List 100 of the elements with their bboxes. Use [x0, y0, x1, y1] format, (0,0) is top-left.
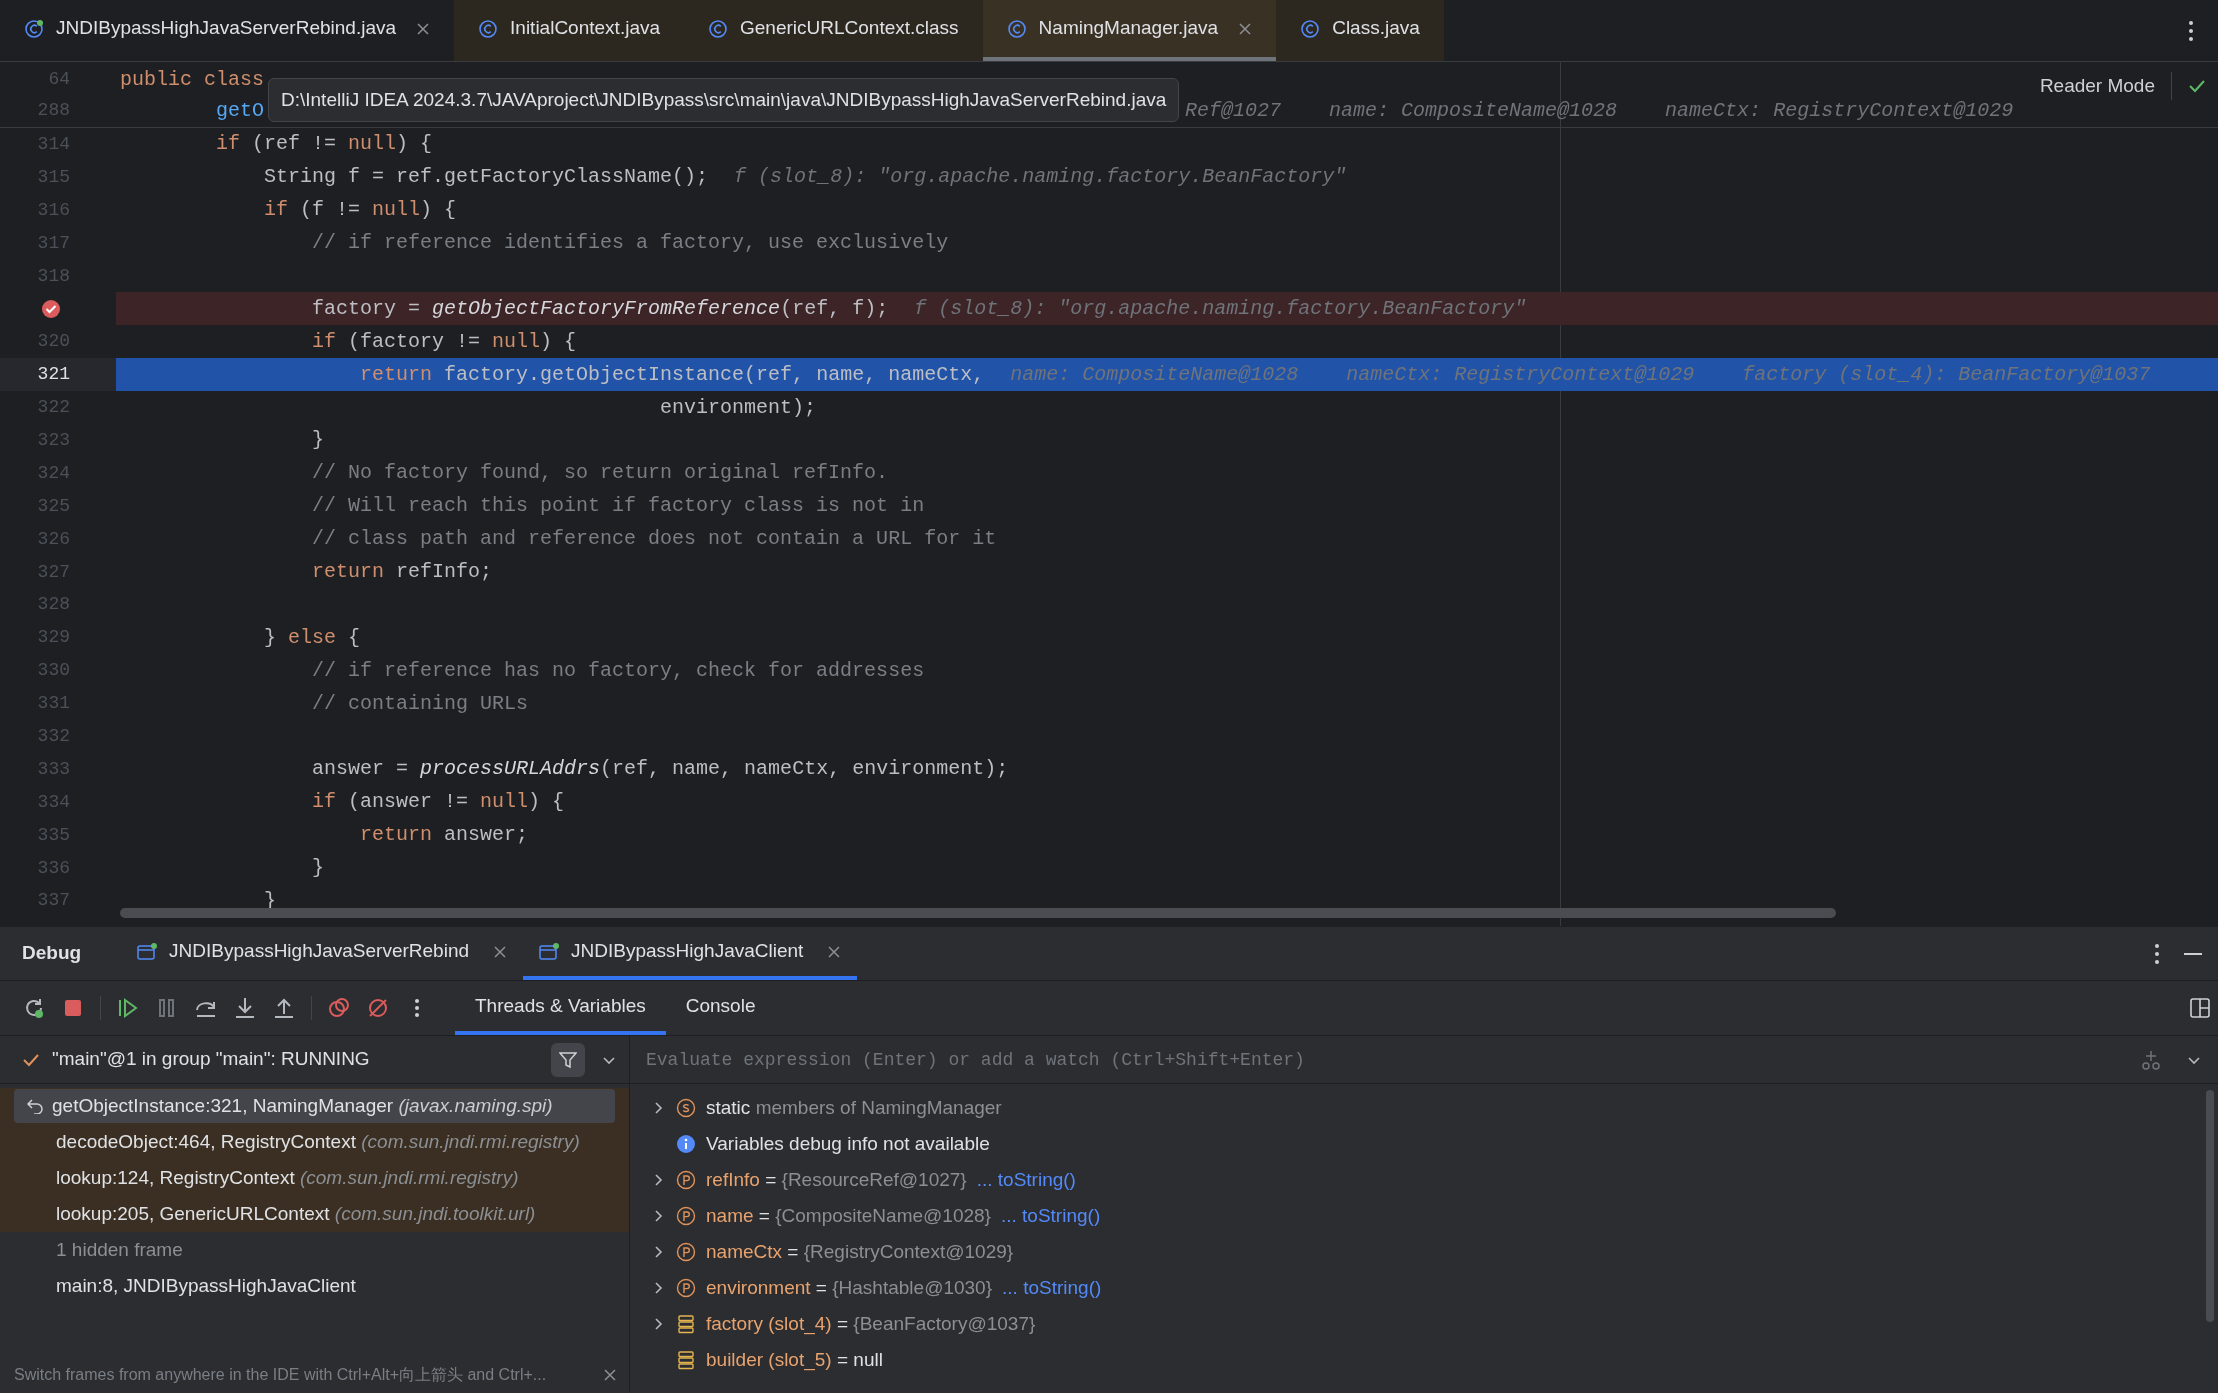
breakpoints-icon[interactable]: [327, 996, 351, 1020]
variable-icon: [676, 1314, 696, 1334]
close-icon[interactable]: [493, 944, 508, 959]
code-line: return factory.getObjectInstance(ref, name, nameCtx,: [359, 361, 985, 388]
horizontal-scrollbar[interactable]: [120, 908, 1836, 918]
more-icon[interactable]: [2154, 942, 2160, 965]
close-icon[interactable]: [1238, 21, 1253, 36]
variable-icon: [676, 1350, 696, 1370]
code-line: answer = processURLAddrs(ref, name, nameCtx, environment);: [311, 756, 1009, 783]
close-icon[interactable]: [603, 1368, 617, 1382]
stack-frame[interactable]: lookup:124, RegistryContext (com.sun.jndi.rmi.registry): [0, 1160, 629, 1196]
class-icon: [24, 18, 44, 39]
variable-row[interactable]: builder (slot_5) = null: [630, 1342, 2218, 1378]
inline-hint: name: CompositeName@1028 nameCtx: RegistryContext@1029 factory (slot_4): BeanFactory@1037: [1010, 361, 2151, 388]
mute-breakpoints-icon[interactable]: [366, 996, 390, 1020]
stack-frame[interactable]: lookup:205, GenericURLContext (com.sun.jndi.toolkit.url): [0, 1196, 629, 1232]
view-tab[interactable]: Console: [665, 981, 776, 1035]
to-string-link[interactable]: ... toString(): [976, 1165, 1076, 1195]
code-line: environment);: [659, 394, 817, 421]
variable-text: environment = {Hashtable@1030}: [706, 1275, 993, 1300]
layout-icon[interactable]: [2190, 998, 2210, 1018]
vertical-scrollbar[interactable]: [2206, 1090, 2214, 1322]
editor-tab[interactable]: GenericURLContext.class: [684, 0, 983, 61]
parameter-icon: [676, 1206, 696, 1226]
inline-hint: f (slot_8): "org.apache.naming.factory.BeanFactory": [914, 295, 1527, 322]
close-icon[interactable]: [416, 21, 431, 36]
hidden-frames-row[interactable]: 1 hidden frame: [0, 1232, 629, 1268]
variable-row[interactable]: environment = {Hashtable@1030} ... toString(): [630, 1270, 2218, 1306]
variable-row[interactable]: static members of NamingManager: [630, 1090, 2218, 1126]
variable-text: nameCtx = {RegistryContext@1029}: [706, 1239, 1014, 1264]
variable-row[interactable]: name = {CompositeName@1028} ... toString(): [630, 1198, 2218, 1234]
session-tab[interactable]: JNDIBypassHighJavaClient: [523, 927, 858, 980]
view-tab[interactable]: Threads & Variables: [455, 981, 666, 1035]
code-line: if (factory != null) {: [311, 328, 577, 355]
to-string-link[interactable]: ... toString(): [1002, 1273, 1102, 1303]
window-icon: [539, 942, 560, 961]
code-line: String f = ref.getFactoryClassName();: [263, 164, 709, 191]
editor-tab[interactable]: NamingManager.java: [982, 0, 1277, 61]
evaluate-field[interactable]: Evaluate expression (Enter) or add a watch (Ctrl+Shift+Enter): [630, 1036, 2140, 1083]
code-line: getO: [215, 97, 265, 124]
to-string-link[interactable]: ... toString(): [1000, 1201, 1101, 1231]
session-tab[interactable]: JNDIBypassHighJavaServerRebind: [121, 927, 524, 980]
inline-hint: Ref@1027 name: CompositeName@1028 nameCtx: RegistryContext@1029: [1185, 97, 2014, 124]
panel-title: Debug: [22, 941, 82, 966]
editor-tab[interactable]: Class.java: [1276, 0, 1444, 61]
step-into-icon[interactable]: [233, 996, 257, 1020]
resume-icon[interactable]: [116, 996, 140, 1020]
class-icon: [478, 18, 499, 39]
stack-frame[interactable]: decodeObject:464, RegistryContext (com.sun.jndi.rmi.registry): [0, 1124, 629, 1160]
line-number: 321: [36, 363, 70, 387]
variable-row[interactable]: Variables debug info not available: [630, 1126, 2218, 1162]
thread-label: "main"@1 in group "main": RUNNING: [52, 1047, 370, 1072]
code-line: // if reference identifies a factory, use exclusively: [311, 230, 949, 257]
return-icon: [26, 1098, 44, 1114]
window-icon: [137, 942, 158, 961]
code-line: }: [311, 855, 325, 882]
parameter-icon: [676, 1170, 696, 1190]
class-icon: [1300, 18, 1321, 39]
code-line: // Will reach this point if factory class is not in: [311, 493, 925, 520]
variable-text: refInfo = {ResourceRef@1027}: [706, 1167, 967, 1192]
stack-frame[interactable]: getObjectInstance:321, NamingManager (javax.naming.spi): [0, 1088, 629, 1124]
minimize-icon[interactable]: [2184, 951, 2202, 956]
info-text: Variables debug info not available: [706, 1131, 990, 1156]
hint-text: Switch frames from anywhere in the IDE with Ctrl+Alt+向上箭头 and Ctrl+...: [14, 1365, 547, 1385]
static-icon: [676, 1098, 696, 1118]
parameter-icon: [676, 1278, 696, 1298]
add-watch-icon[interactable]: [2140, 1048, 2162, 1071]
reader-mode-button[interactable]: Reader Mode: [2039, 71, 2172, 101]
variable-row[interactable]: factory (slot_4) = {BeanFactory@1037}: [630, 1306, 2218, 1342]
code-line: // if reference has no factory, check for addresses: [311, 657, 925, 684]
code-line: // containing URLs: [311, 690, 529, 717]
inline-hint: f (slot_8): "org.apache.naming.factory.BeanFactory": [734, 164, 1347, 191]
breakpoint-icon[interactable]: [40, 297, 62, 320]
filter-icon: [559, 1050, 577, 1069]
variable-text: static members of NamingManager: [706, 1095, 1002, 1120]
parameter-icon: [676, 1242, 696, 1262]
step-out-icon[interactable]: [272, 996, 296, 1020]
code-line: // class path and reference does not contain a URL for it: [311, 526, 997, 553]
code-line: } else {: [263, 624, 361, 651]
stack-frame[interactable]: main:8, JNDIBypassHighJavaClient: [0, 1268, 629, 1304]
code-line: return refInfo;: [311, 559, 493, 585]
code-line: if (f != null) {: [263, 197, 457, 224]
code-line: // No factory found, so return original refInfo.: [311, 460, 889, 487]
variable-row[interactable]: nameCtx = {RegistryContext@1029}: [630, 1234, 2218, 1270]
code-line: if (answer != null) {: [311, 789, 565, 816]
close-icon[interactable]: [827, 944, 842, 959]
variable-text: name = {CompositeName@1028}: [706, 1203, 991, 1228]
info-icon: [676, 1134, 696, 1154]
code-line: return answer;: [359, 822, 529, 849]
class-icon: [708, 18, 728, 39]
variable-row[interactable]: refInfo = {ResourceRef@1027} ... toString(): [630, 1162, 2218, 1198]
code-line: }: [311, 427, 325, 454]
variable-text: factory (slot_4) = {BeanFactory@1037}: [706, 1311, 1036, 1337]
class-icon: [1006, 18, 1027, 39]
more-icon[interactable]: [2188, 19, 2194, 42]
tooltip: D:\IntelliJ IDEA 2024.3.7\JAVAproject\JNDIBypass\src\main\java\JNDIBypassHighJavaServerRebind.java: [268, 78, 1180, 122]
editor-tab[interactable]: InitialContext.java: [454, 0, 684, 61]
code-line: public class: [120, 66, 265, 93]
filter-button[interactable]: [551, 1042, 585, 1077]
code-line: if (ref != null) {: [215, 131, 433, 158]
